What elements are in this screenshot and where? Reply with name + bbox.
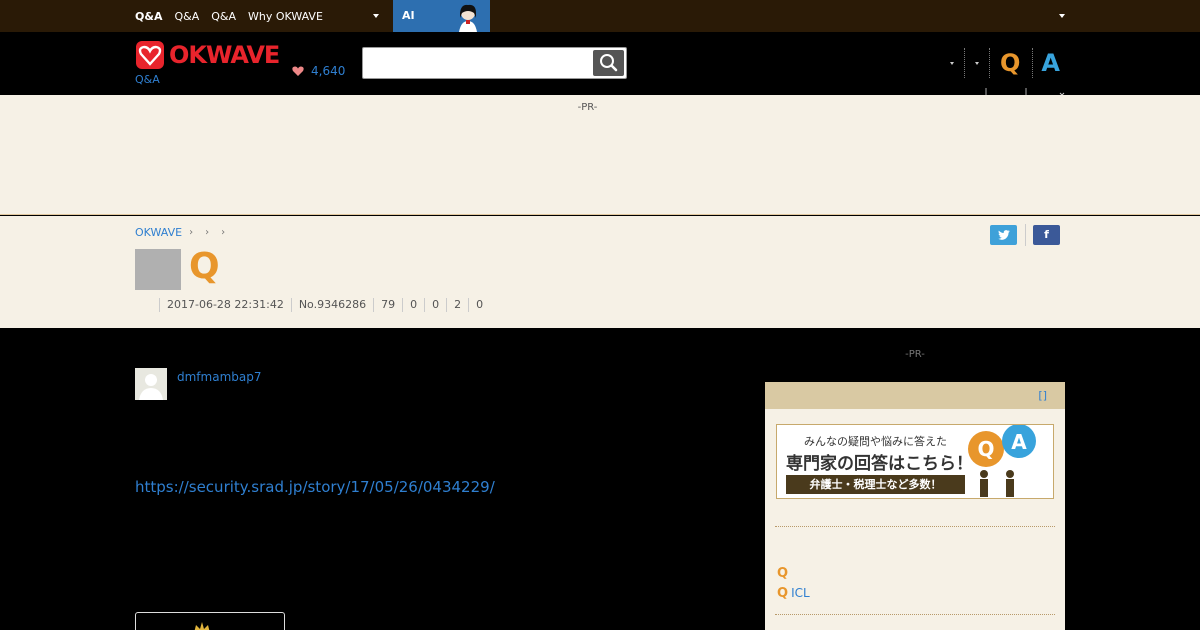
expert-answer-banner[interactable]: みんなの疑問や悩みに答えた 専門家の回答はこちら！ 弁護士・税理士など多数！ Q… xyxy=(776,424,1054,499)
best-answer-box xyxy=(135,612,285,630)
user-avatar-icon xyxy=(139,374,163,400)
question-header: OKWAVE › › › f Q 2017-06-28 22:31:42 No.… xyxy=(0,216,1200,328)
chevron-right-icon-3: › xyxy=(221,227,226,238)
sidebar-header-link[interactable]: [] xyxy=(1038,389,1047,402)
sidebar-question-text-2: ICL xyxy=(791,586,810,600)
post-date: 2017-06-28 22:31:42 xyxy=(159,298,291,312)
site-header: OKWAVE Q&A 4,640 Q A xyxy=(0,32,1200,96)
twitter-share-button[interactable] xyxy=(990,225,1017,245)
chevron-right-icon-2: › xyxy=(205,227,210,238)
okwave-logo[interactable]: OKWAVE xyxy=(135,40,280,70)
main-content: dmfmambap7 https://security.srad.jp/stor… xyxy=(0,328,1200,630)
share-divider xyxy=(1025,224,1026,246)
stat-2: 0 xyxy=(424,298,446,312)
topnav-qa-2[interactable]: Q&A xyxy=(174,10,199,23)
sidebar-divider xyxy=(775,526,1055,527)
menu-caret-icon-2[interactable] xyxy=(975,61,979,65)
avatar[interactable] xyxy=(135,368,167,400)
crown-icon xyxy=(194,622,210,630)
ai-tab-label: AI xyxy=(402,9,415,22)
logo-subtitle: Q&A xyxy=(135,73,160,86)
header-divider xyxy=(964,48,965,78)
stat-4: 0 xyxy=(468,298,490,312)
header-divider-3 xyxy=(1032,48,1034,78)
banner-q-letter: Q xyxy=(977,437,994,461)
logo-text: OKWAVE xyxy=(169,41,280,69)
heart-points-icon xyxy=(292,66,304,76)
pr-label: -PR- xyxy=(577,102,598,113)
sidebar-question-1[interactable]: Q xyxy=(777,566,791,581)
topnav-qa-3[interactable]: Q&A xyxy=(211,10,236,23)
header-divider-2 xyxy=(989,48,990,78)
breadcrumb-okwave[interactable]: OKWAVE xyxy=(135,226,182,239)
top-bar: Q&A Q&A Q&A Why OKWAVE AI xyxy=(0,0,1200,32)
menu-caret-icon[interactable] xyxy=(950,61,954,65)
sidebar-pr-label: -PR- xyxy=(905,349,925,360)
sidebar: [] みんなの疑問や悩みに答えた 専門家の回答はこちら！ 弁護士・税理士など多数… xyxy=(765,382,1065,630)
search-box xyxy=(362,47,627,79)
sidebar-question-2[interactable]: Q ICL xyxy=(777,586,810,601)
ask-question-button[interactable]: Q xyxy=(1000,49,1020,77)
chevron-right-icon: › xyxy=(189,227,194,238)
heart-logo-icon xyxy=(136,41,164,69)
stat-3: 2 xyxy=(446,298,468,312)
qa-bubbles-icon: Q A xyxy=(968,425,1036,497)
ad-banner-area: -PR- xyxy=(0,95,1200,215)
category-image xyxy=(135,249,181,290)
banner-line-1: みんなの疑問や悩みに答えた xyxy=(804,435,947,448)
ai-tab[interactable]: AI xyxy=(393,0,490,32)
answer-button[interactable]: A xyxy=(1041,49,1060,77)
banner-a-letter: A xyxy=(1011,430,1027,454)
question-title: Q xyxy=(189,246,220,287)
search-input[interactable] xyxy=(365,50,591,76)
topnav-qa-home[interactable]: Q&A xyxy=(135,10,162,23)
username-link[interactable]: dmfmambap7 xyxy=(177,370,262,384)
facebook-share-button[interactable]: f xyxy=(1033,225,1060,245)
sidebar-header: [] xyxy=(765,382,1065,409)
header-actions: Q A xyxy=(940,48,1060,78)
account-menu-caret-icon[interactable] xyxy=(1059,14,1065,18)
question-number: No.9346286 xyxy=(290,298,373,312)
sidebar-q-mark: Q xyxy=(777,566,789,581)
top-nav: Q&A Q&A Q&A Why OKWAVE xyxy=(135,0,379,32)
topnav-why-okwave[interactable]: Why OKWAVE xyxy=(248,10,323,23)
points-counter[interactable]: 4,640 xyxy=(292,64,345,78)
question-meta: 2017-06-28 22:31:42 No.9346286 79 0 0 2 … xyxy=(135,298,490,312)
stat-1: 0 xyxy=(402,298,424,312)
view-count: 79 xyxy=(373,298,402,312)
question-link[interactable]: https://security.srad.jp/story/17/05/26/… xyxy=(135,478,495,496)
sidebar-divider-2 xyxy=(775,614,1055,615)
search-button[interactable] xyxy=(593,50,624,76)
banner-line-3: 弁護士・税理士など多数！ xyxy=(786,475,965,494)
breadcrumb: OKWAVE › › › xyxy=(135,226,230,239)
twitter-icon xyxy=(997,230,1010,240)
topnav-more-caret-icon[interactable] xyxy=(372,14,379,18)
search-icon xyxy=(600,54,618,72)
ai-character-icon xyxy=(459,4,477,32)
sidebar-q-mark-2: Q xyxy=(777,586,789,601)
banner-line-2: 専門家の回答はこちら！ xyxy=(786,454,973,474)
points-value: 4,640 xyxy=(311,64,346,78)
